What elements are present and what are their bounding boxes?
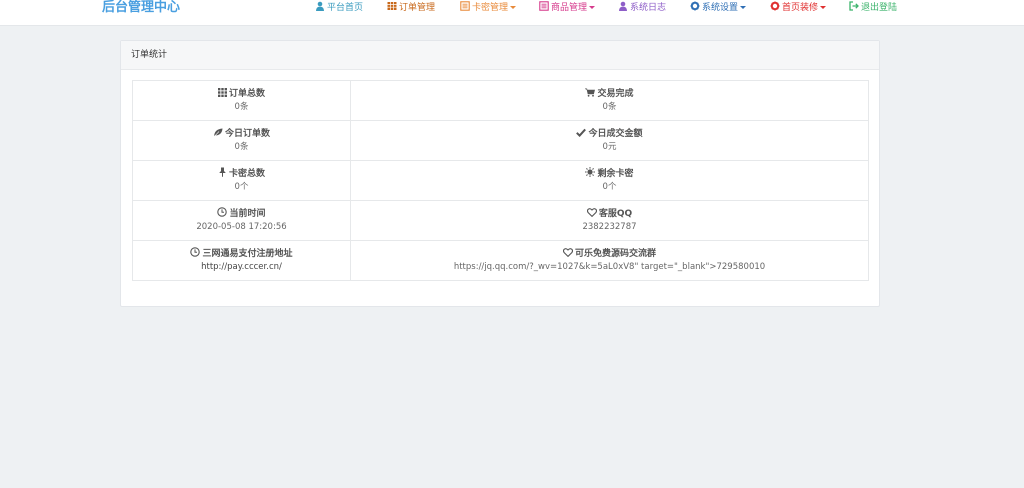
- stat-label: 交易完成: [597, 89, 634, 99]
- gear-icon: [770, 1, 780, 11]
- stat-cell-remaining-cards: 剩余卡密 0个: [350, 160, 869, 201]
- gear-icon: [690, 1, 700, 11]
- stat-cell-support-qq: 客服QQ 2382232787: [350, 200, 869, 241]
- stat-label: 今日成交金额: [588, 129, 643, 139]
- nav-item-cards[interactable]: 卡密管理: [460, 0, 517, 16]
- stat-value: 0个: [602, 182, 617, 192]
- stat-cell-completed: 交易完成 0条: [350, 80, 869, 121]
- user-icon: [316, 1, 324, 11]
- stat-value: 2020-05-08 17:20:56: [196, 222, 287, 232]
- nav-item-logs[interactable]: 系统日志: [618, 0, 666, 16]
- stat-label: 可乐免费源码交流群: [574, 249, 656, 259]
- stat-label: 卡密总数: [228, 169, 265, 179]
- chevron-down-icon: [740, 6, 747, 9]
- stat-label: 订单总数: [228, 89, 265, 99]
- chevron-down-icon: [510, 6, 517, 9]
- nav-item-label: 系统设置: [702, 3, 739, 13]
- nav-item-label: 平台首页: [327, 3, 364, 13]
- stat-value: 2382232787: [582, 222, 637, 232]
- nav-item-orders[interactable]: 订单管理: [387, 0, 435, 16]
- stat-label: 剩余卡密: [597, 169, 634, 179]
- top-navbar: 后台管理中心 平台首页 订单管理 卡密管理 商品管理 系统日志 系统设置 首页装…: [0, 0, 1024, 26]
- stat-label: 客服QQ: [598, 209, 633, 219]
- chevron-down-icon: [820, 6, 827, 9]
- clock-icon: [217, 207, 228, 217]
- stat-value: 0条: [234, 142, 249, 152]
- heart-icon: [586, 208, 597, 218]
- table-row: 订单总数 0条 交易完成 0条: [132, 80, 869, 121]
- nav-item-label: 卡密管理: [472, 3, 509, 13]
- stat-label: 当前时间: [229, 209, 266, 219]
- stat-label: 三网通易支付注册地址: [202, 249, 293, 259]
- logout-icon: [849, 1, 859, 11]
- nav-item-label: 商品管理: [551, 3, 588, 13]
- stat-value: 0元: [602, 142, 617, 152]
- stat-cell-total-orders: 订单总数 0条: [132, 80, 351, 121]
- user-icon: [619, 1, 627, 11]
- table-row: 三网通易支付注册地址 http://pay.cccer.cn/ 可乐免费源码交流…: [132, 240, 869, 281]
- table-row: 当前时间 2020-05-08 17:20:56 客服QQ 2382232787: [132, 200, 869, 241]
- stats-table: 订单总数 0条 交易完成 0条 今日订单数 0条 今日成交金额 0元 卡密总数 …: [132, 80, 869, 281]
- stat-cell-current-time: 当前时间 2020-05-08 17:20:56: [132, 200, 351, 241]
- heart-icon: [562, 248, 574, 258]
- cart-icon: [585, 88, 596, 97]
- sun-icon: [585, 167, 596, 177]
- grid-icon: [217, 88, 227, 97]
- nav-item-label: 系统日志: [630, 3, 667, 13]
- clock-icon: [190, 247, 201, 257]
- order-stats-panel: 订单统计 订单总数 0条 交易完成 0条 今日订单数 0条 今日成交金额 0元: [120, 40, 880, 307]
- stat-cell-today-amount: 今日成交金额 0元: [350, 120, 869, 161]
- stat-cell-total-cards: 卡密总数 0个: [132, 160, 351, 201]
- stat-value: 0条: [602, 102, 617, 112]
- qq-group-link[interactable]: https://jq.qq.com/?_wv=1027&k=5aL0xV8" t…: [351, 261, 868, 274]
- pushpin-icon: [219, 167, 226, 177]
- nav-item-logout[interactable]: 退出登陆: [849, 0, 897, 16]
- chevron-down-icon: [589, 6, 596, 9]
- nav-item-label: 首页装修: [782, 3, 819, 13]
- list-alt-icon: [460, 1, 470, 11]
- nav-item-decoration[interactable]: 首页装修: [770, 0, 827, 16]
- stat-label: 今日订单数: [224, 129, 270, 139]
- nav-item-home[interactable]: 平台首页: [315, 0, 363, 16]
- nav-item-label: 订单管理: [399, 3, 436, 13]
- stat-cell-today-orders: 今日订单数 0条: [132, 120, 351, 161]
- brand-title[interactable]: 后台管理中心: [102, 0, 180, 18]
- stat-value: 0个: [234, 182, 249, 192]
- panel-title: 订单统计: [121, 41, 879, 70]
- list-alt-icon: [539, 1, 549, 11]
- stat-cell-pay-register: 三网通易支付注册地址 http://pay.cccer.cn/: [132, 240, 351, 281]
- leaf-icon: [213, 128, 223, 138]
- table-icon: [387, 2, 397, 10]
- stat-cell-qq-group: 可乐免费源码交流群 https://jq.qq.com/?_wv=1027&k=…: [350, 240, 869, 281]
- nav-item-products[interactable]: 商品管理: [539, 0, 596, 16]
- table-row: 卡密总数 0个 剩余卡密 0个: [132, 160, 869, 201]
- stat-value: 0条: [234, 102, 249, 112]
- check-icon: [576, 128, 587, 138]
- nav-item-settings[interactable]: 系统设置: [690, 0, 747, 16]
- pay-register-link[interactable]: http://pay.cccer.cn/: [133, 261, 350, 274]
- table-row: 今日订单数 0条 今日成交金额 0元: [132, 120, 869, 161]
- nav-item-label: 退出登陆: [861, 3, 898, 13]
